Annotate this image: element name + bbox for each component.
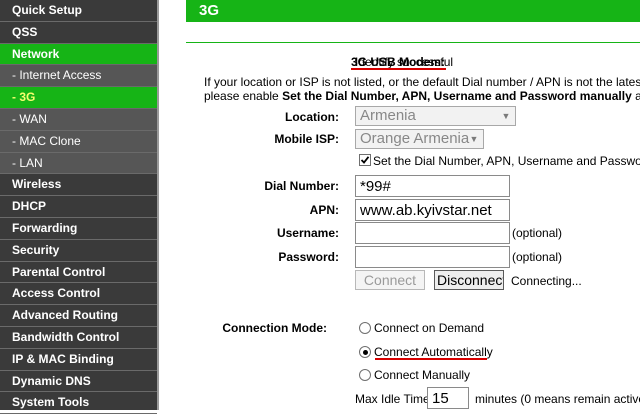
info-text-prefix: please enable bbox=[204, 89, 283, 103]
page-title: 3G bbox=[199, 2, 220, 19]
location-label: Location: bbox=[285, 110, 339, 124]
sidebar-item-wan[interactable]: - WAN bbox=[0, 108, 157, 131]
password-input[interactable] bbox=[355, 246, 510, 268]
password-label: Password: bbox=[278, 250, 339, 264]
disconnect-button[interactable]: Disconnect bbox=[434, 270, 504, 290]
main-content: 3G 3G USB Modem: Identify successful If … bbox=[159, 0, 640, 410]
info-text-bold: Set the Dial Number, APN, Username and P… bbox=[282, 89, 632, 103]
max-idle-time-input[interactable] bbox=[427, 387, 469, 409]
modem-status: Identify successful bbox=[355, 55, 454, 69]
sidebar-item-network[interactable]: Network bbox=[0, 43, 157, 66]
apn-label: APN: bbox=[309, 203, 339, 217]
sidebar-item-advanced-routing[interactable]: Advanced Routing bbox=[0, 305, 157, 327]
connect-on-demand-label: Connect on Demand bbox=[374, 321, 485, 335]
chevron-down-icon: ▼ bbox=[469, 134, 479, 144]
sidebar-item-dynamic-dns[interactable]: Dynamic DNS bbox=[0, 371, 157, 393]
location-select-value: Armenia bbox=[360, 107, 416, 124]
max-idle-time-hint: minutes (0 means remain active at bbox=[475, 392, 640, 406]
info-text-line1: If your location or ISP is not listed, o… bbox=[204, 75, 640, 89]
sidebar-item-mac-clone[interactable]: - MAC Clone bbox=[0, 130, 157, 153]
connection-status: Connecting... bbox=[511, 274, 582, 288]
sidebar-item-security[interactable]: Security bbox=[0, 240, 157, 262]
username-label: Username: bbox=[276, 226, 339, 240]
dial-number-input[interactable] bbox=[355, 175, 510, 197]
radio-connect-manually[interactable] bbox=[359, 369, 371, 381]
sidebar-item-3g[interactable]: - 3G bbox=[0, 87, 157, 109]
isp-label: Mobile ISP: bbox=[274, 132, 339, 146]
header-divider bbox=[186, 42, 640, 43]
page-header-bar: 3G bbox=[186, 0, 640, 22]
username-hint: (optional) bbox=[512, 226, 563, 240]
apn-input[interactable] bbox=[355, 199, 510, 221]
sidebar-item-dhcp[interactable]: DHCP bbox=[0, 196, 157, 218]
max-idle-time-label: Max Idle Time: bbox=[355, 392, 434, 406]
connect-manually-label: Connect Manually bbox=[374, 368, 471, 382]
sidebar-menu: Quick Setup QSS Network - Internet Access - … bbox=[0, 0, 157, 414]
sidebar-item-forwarding[interactable]: Forwarding bbox=[0, 218, 157, 240]
password-hint: (optional) bbox=[512, 250, 563, 264]
sidebar-item-access-control[interactable]: Access Control bbox=[0, 283, 157, 306]
connect-automatically-label: Connect Automatically bbox=[374, 345, 493, 359]
sidebar-item-wireless[interactable]: Wireless bbox=[0, 174, 157, 197]
manual-settings-checkbox[interactable] bbox=[359, 154, 371, 166]
username-input[interactable] bbox=[355, 222, 510, 244]
isp-select-value: Orange Armenia bbox=[360, 130, 470, 147]
info-text-line2: please enable Set the Dial Number, APN, … bbox=[204, 89, 640, 103]
sidebar-item-internet-access[interactable]: - Internet Access bbox=[0, 65, 157, 88]
sidebar-item-parental-control[interactable]: Parental Control bbox=[0, 262, 157, 284]
sidebar-item-ip-mac-binding[interactable]: IP & MAC Binding bbox=[0, 349, 157, 371]
info-text-suffix: and fill in bbox=[635, 89, 640, 103]
connection-mode-label: Connection Mode: bbox=[222, 321, 327, 335]
sidebar-item-system-tools[interactable]: System Tools bbox=[0, 392, 157, 414]
radio-connect-on-demand[interactable] bbox=[359, 322, 371, 334]
connect-automatically-underline bbox=[375, 358, 487, 360]
location-select[interactable]: Armenia ▼ bbox=[355, 106, 516, 126]
isp-select[interactable]: Orange Armenia ▼ bbox=[355, 129, 484, 149]
radio-connect-automatically[interactable] bbox=[359, 346, 371, 358]
sidebar-item-bandwidth-control[interactable]: Bandwidth Control bbox=[0, 327, 157, 349]
checkmark-icon bbox=[360, 156, 370, 164]
manual-settings-label: Set the Dial Number, APN, Username and P… bbox=[373, 154, 640, 168]
dial-number-label: Dial Number: bbox=[264, 179, 339, 193]
sidebar-item-qss[interactable]: QSS bbox=[0, 22, 157, 44]
sidebar-item-lan[interactable]: - LAN bbox=[0, 152, 157, 175]
sidebar-item-quick-setup[interactable]: Quick Setup bbox=[0, 0, 157, 22]
connect-button[interactable]: Connect bbox=[355, 270, 425, 290]
modem-status-underline bbox=[351, 68, 446, 70]
chevron-down-icon: ▼ bbox=[501, 111, 511, 121]
